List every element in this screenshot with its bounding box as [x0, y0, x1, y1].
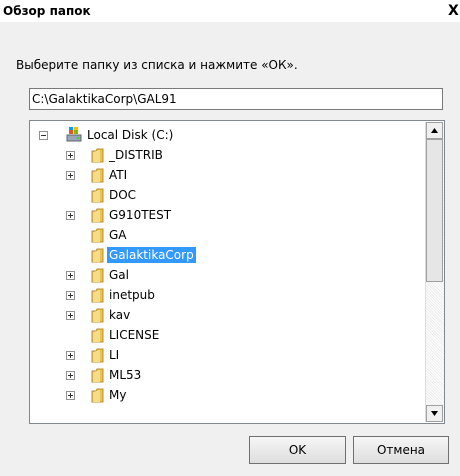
folder-icon	[91, 387, 105, 403]
arrow-down-icon	[431, 411, 438, 416]
scroll-up-button[interactable]	[426, 122, 443, 139]
tree-root-label: Local Disk (C:)	[87, 128, 174, 142]
tree-item-label: LICENSE	[109, 328, 160, 342]
tree-item-label: ML53	[109, 368, 142, 382]
folder-icon	[91, 147, 105, 163]
folder-icon	[91, 167, 105, 183]
arrow-up-icon	[431, 128, 438, 133]
tree-item-label: inetpub	[109, 288, 155, 302]
scroll-down-button[interactable]	[426, 405, 443, 422]
instruction-text: Выберите папку из списка и нажмите «ОК».	[16, 58, 298, 72]
tree-item[interactable]: kav	[30, 305, 425, 325]
tree-root-row[interactable]: Local Disk (C:)	[30, 125, 425, 145]
drive-icon	[66, 127, 82, 143]
tree-item-label: ATI	[109, 168, 128, 182]
expand-icon[interactable]	[66, 351, 75, 360]
expand-icon[interactable]	[66, 171, 75, 180]
tree-item-label: G910TEST	[109, 208, 172, 222]
folder-icon	[91, 287, 105, 303]
folder-icon	[91, 267, 105, 283]
folder-icon	[91, 347, 105, 363]
tree-item[interactable]: G910TEST	[30, 205, 425, 225]
tree-item[interactable]: GA	[30, 225, 425, 245]
tree-item[interactable]: DOC	[30, 185, 425, 205]
tree-item-label: _DISTRIB	[109, 148, 163, 162]
tree-item[interactable]: GalaktikaCorp	[30, 245, 425, 265]
folder-path-input[interactable]	[29, 88, 443, 110]
folder-icon	[91, 307, 105, 323]
folder-icon	[91, 207, 105, 223]
collapse-icon[interactable]	[39, 131, 48, 140]
tree-item-label: GA	[109, 228, 127, 242]
expand-icon[interactable]	[66, 371, 75, 380]
expand-icon[interactable]	[66, 391, 75, 400]
folder-tree[interactable]: Local Disk (C:) _DISTRIB ATI DOC G910TEST GA…	[29, 120, 445, 424]
vertical-scrollbar[interactable]	[425, 122, 444, 422]
tree-item-label: LI	[109, 348, 120, 362]
folder-icon	[91, 227, 105, 243]
close-button[interactable]: X	[448, 2, 460, 20]
scroll-thumb[interactable]	[426, 139, 443, 282]
tree-item[interactable]: ATI	[30, 165, 425, 185]
folder-icon	[91, 187, 105, 203]
expand-icon[interactable]	[66, 271, 75, 280]
folder-icon	[91, 247, 105, 263]
folder-icon	[91, 327, 105, 343]
title-bar: Обзор папок X	[0, 0, 460, 22]
expand-icon[interactable]	[66, 291, 75, 300]
expand-icon[interactable]	[66, 211, 75, 220]
folder-icon	[91, 367, 105, 383]
tree-item-label: DOC	[109, 188, 137, 202]
tree-item-label: GalaktikaCorp	[107, 247, 196, 263]
tree-item-label: Gal	[109, 268, 129, 282]
tree-item[interactable]: Gal	[30, 265, 425, 285]
tree-item-label: kav	[109, 308, 131, 322]
tree-item-label: My	[109, 388, 127, 402]
tree-item[interactable]: _DISTRIB	[30, 145, 425, 165]
expand-icon[interactable]	[66, 311, 75, 320]
tree-item[interactable]: LICENSE	[30, 325, 425, 345]
tree-item[interactable]: LI	[30, 345, 425, 365]
tree-item[interactable]: My	[30, 385, 425, 405]
cancel-button[interactable]: Отмена	[353, 436, 449, 464]
tree-item[interactable]: inetpub	[30, 285, 425, 305]
ok-button[interactable]: OK	[249, 436, 346, 464]
tree-item[interactable]: ML53	[30, 365, 425, 385]
dialog-title: Обзор папок	[3, 4, 91, 18]
expand-icon[interactable]	[66, 151, 75, 160]
